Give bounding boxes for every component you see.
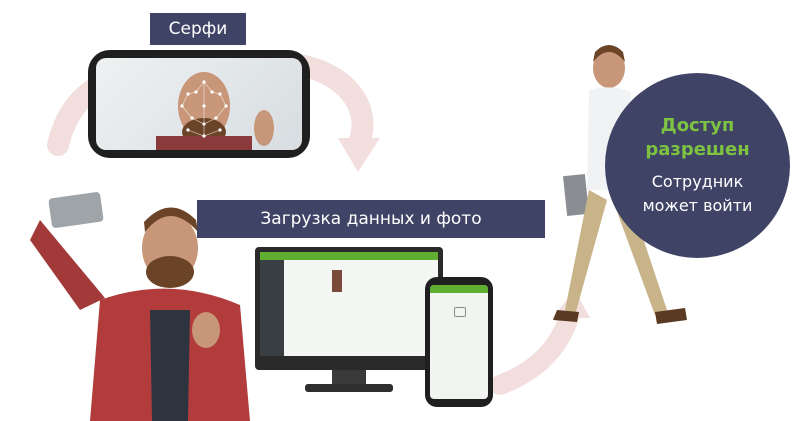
monitor-screen (260, 252, 438, 356)
face-mesh-icon (156, 72, 274, 150)
smartphone-app-header (430, 285, 488, 293)
monitor-app-sidebar (260, 260, 284, 356)
smartphone-screen (430, 285, 488, 399)
access-title-line2: разрешен (645, 138, 750, 160)
access-title-line1: Доступ (660, 114, 735, 136)
access-sub-line1: Сотрудник (651, 171, 744, 191)
curved-arrow-right-head (338, 138, 380, 172)
access-sub-line2: может войти (642, 195, 753, 215)
monitor-app-photo (332, 270, 342, 292)
selfie-label-text: Серфи (168, 19, 228, 39)
smartphone-camera-icon (454, 307, 466, 317)
held-phone-icon (48, 192, 104, 228)
monitor-app-header (260, 252, 438, 260)
monitor-base (305, 384, 393, 392)
upload-label-text: Загрузка данных и фото (260, 209, 482, 229)
upload-label: Загрузка данных и фото (197, 200, 545, 238)
access-granted-badge: Доступ разрешен Сотрудник может войти (605, 73, 790, 258)
selfie-phone-screen (96, 58, 302, 150)
selfie-phone (88, 50, 310, 158)
desktop-monitor-icon (255, 247, 443, 370)
selfie-label: Серфи (150, 13, 246, 45)
smartphone-icon (425, 277, 493, 407)
